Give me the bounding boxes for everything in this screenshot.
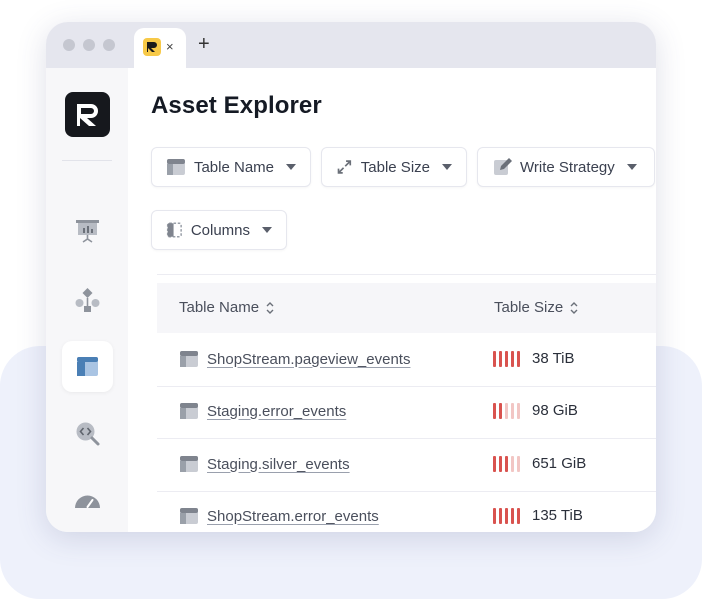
sort-icon: [570, 301, 578, 314]
app-window: × + Asset Explorer Table Name Table Size…: [46, 22, 656, 532]
table-size-value: 38 TiB: [532, 350, 575, 367]
presentation-chart-icon: [76, 220, 99, 243]
filter-write-strategy[interactable]: Write Strategy: [477, 147, 655, 187]
sidebar-item-performance[interactable]: [62, 473, 113, 524]
size-level-bar: [493, 455, 496, 472]
size-level-bar: [511, 507, 514, 524]
table-icon: [180, 403, 198, 419]
table-name-cell: ShopStream.error_events: [179, 507, 379, 525]
table-size-cell: 651 GiB: [493, 455, 586, 472]
sidebar-item-reports[interactable]: [62, 205, 113, 256]
size-level-bars: [493, 350, 520, 367]
size-level-bar: [499, 455, 502, 472]
app-logo-icon: [143, 38, 161, 56]
table-name-cell: Staging.silver_events: [179, 455, 350, 473]
table-size-cell: 38 TiB: [493, 350, 575, 367]
size-level-bar: [505, 455, 508, 472]
size-level-bar: [517, 402, 520, 419]
filter-label: Table Name: [193, 158, 274, 176]
columns-icon: [166, 222, 182, 238]
table-name-cell: Staging.error_events: [179, 402, 346, 420]
window-minimize-dot[interactable]: [83, 39, 95, 51]
table-icon: [180, 456, 198, 472]
sidebar-item-asset-explorer[interactable]: [62, 341, 113, 392]
window-close-dot[interactable]: [63, 39, 75, 51]
code-search-icon: [76, 422, 100, 446]
title-bar: × +: [46, 22, 656, 68]
assets-table: Table Name Table Size ShopStream.pagevie…: [157, 274, 656, 532]
chevron-down-icon: [442, 164, 452, 170]
chevron-down-icon: [262, 227, 272, 233]
size-level-bars: [493, 507, 520, 524]
table-name-link[interactable]: Staging.silver_events: [207, 456, 350, 473]
size-level-bar: [517, 507, 520, 524]
browser-tab[interactable]: ×: [134, 28, 186, 68]
sidebar-divider: [62, 160, 112, 161]
table-row[interactable]: Staging.silver_events 651 GiB: [157, 439, 656, 492]
table-layout-icon: [77, 357, 98, 376]
size-level-bar: [517, 455, 520, 472]
sidebar: [46, 68, 128, 532]
size-level-bar: [499, 402, 502, 419]
table-row[interactable]: ShopStream.pageview_events 38 TiB: [157, 334, 656, 387]
chevron-down-icon: [286, 164, 296, 170]
table-header: Table Name Table Size: [157, 283, 656, 333]
chevron-down-icon: [626, 164, 637, 170]
size-level-bar: [493, 507, 496, 524]
filter-columns[interactable]: Columns: [151, 210, 287, 250]
filter-table-name[interactable]: Table Name: [151, 147, 311, 187]
size-level-bar: [493, 402, 496, 419]
column-header-table-name[interactable]: Table Name: [179, 299, 275, 316]
workflow-icon: [75, 288, 100, 312]
filter-table-size[interactable]: Table Size: [321, 147, 467, 187]
edit-icon: [494, 158, 512, 175]
size-level-bar: [511, 402, 514, 419]
sidebar-item-query[interactable]: [62, 408, 113, 459]
filter-label: Table Size: [360, 158, 430, 176]
table-size-cell: 98 GiB: [493, 402, 578, 419]
table-name-link[interactable]: ShopStream.error_events: [207, 508, 379, 525]
table-size-cell: 135 TiB: [493, 507, 583, 524]
filter-label: Columns: [190, 221, 250, 239]
table-row[interactable]: ShopStream.error_events 135 TiB: [157, 491, 656, 532]
main-content: Asset Explorer Table Name Table Size Wri…: [128, 68, 656, 532]
column-header-label: Table Size: [494, 299, 564, 316]
new-tab-button[interactable]: +: [198, 32, 210, 56]
size-level-bar: [511, 350, 514, 367]
size-level-bar: [517, 350, 520, 367]
sidebar-item-lineage[interactable]: [62, 274, 113, 325]
expand-arrows-icon: [337, 160, 352, 174]
table-size-value: 135 TiB: [532, 507, 583, 524]
gauge-icon: [75, 495, 100, 508]
table-icon: [180, 351, 198, 367]
filter-label: Write Strategy: [520, 158, 615, 176]
table-size-value: 98 GiB: [532, 402, 578, 419]
column-header-table-size[interactable]: Table Size: [494, 299, 579, 316]
size-level-bar: [499, 350, 502, 367]
size-level-bar: [505, 350, 508, 367]
size-level-bar: [511, 455, 514, 472]
size-level-bar: [505, 402, 508, 419]
window-maximize-dot[interactable]: [103, 39, 115, 51]
size-level-bars: [493, 455, 520, 472]
brand-logo-icon[interactable]: [65, 92, 110, 137]
table-icon: [180, 508, 198, 524]
table-name-link[interactable]: ShopStream.pageview_events: [207, 351, 410, 368]
table-row[interactable]: Staging.error_events 98 GiB: [157, 386, 656, 439]
table-icon: [166, 159, 185, 175]
column-header-label: Table Name: [179, 299, 260, 316]
table-name-cell: ShopStream.pageview_events: [179, 350, 410, 368]
sort-icon: [266, 301, 274, 314]
table-name-link[interactable]: Staging.error_events: [207, 403, 346, 420]
size-level-bar: [505, 507, 508, 524]
size-level-bars: [493, 402, 520, 419]
close-tab-icon[interactable]: ×: [166, 38, 174, 56]
page-title: Asset Explorer: [151, 92, 322, 119]
size-level-bar: [499, 507, 502, 524]
table-size-value: 651 GiB: [532, 455, 587, 472]
size-level-bar: [493, 350, 496, 367]
